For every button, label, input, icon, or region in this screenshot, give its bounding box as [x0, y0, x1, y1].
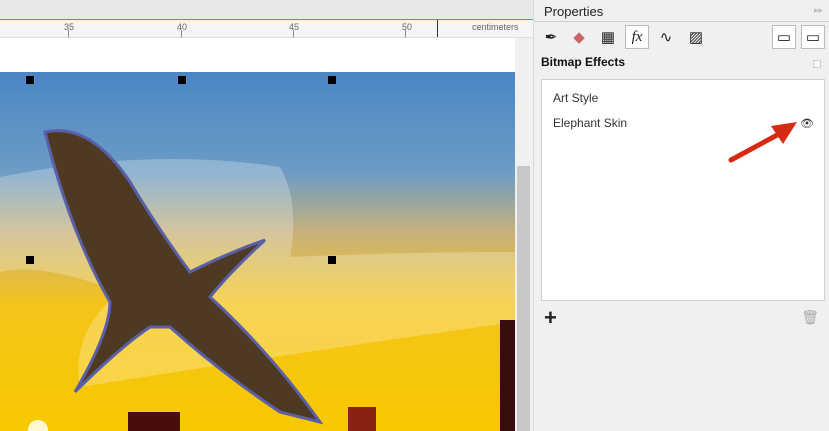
- red-arrow-annotation: [728, 122, 797, 163]
- checker-icon: ▦: [600, 29, 616, 46]
- vertical-scrollbar[interactable]: [515, 38, 532, 431]
- tab-curve[interactable]: ∿: [654, 25, 678, 49]
- section-title: Bitmap Effects: [541, 55, 626, 69]
- drawing-canvas[interactable]: [0, 38, 515, 431]
- section-checkbox[interactable]: [813, 60, 821, 68]
- tab-bitmap[interactable]: ▨: [684, 25, 708, 49]
- properties-panel: Properties ▸▸ ✒ ◆ ▦ fx ∿ ▨ ▭ ▭ Bitmap Ef…: [533, 0, 829, 431]
- tab-effects[interactable]: fx: [625, 25, 649, 49]
- panel-title: Properties: [544, 4, 604, 19]
- curve-icon: ∿: [659, 29, 673, 46]
- ruler-tick: [293, 30, 294, 37]
- horizontal-ruler[interactable]: 35 40 45 50 centimeters: [0, 20, 533, 38]
- frame-button[interactable]: ▭: [772, 25, 796, 49]
- ruler-tick: [181, 30, 182, 37]
- ruler-label: 35: [64, 22, 75, 32]
- image-icon: ▨: [688, 29, 704, 46]
- pen-icon: ✒: [544, 29, 558, 46]
- bitmap-image[interactable]: [0, 72, 515, 431]
- effect-item[interactable]: Art Style: [553, 91, 598, 105]
- effects-list: Art Style Elephant Skin 👁: [541, 79, 825, 301]
- fx-icon: fx: [631, 28, 643, 45]
- tab-transparency[interactable]: ▦: [596, 25, 620, 49]
- ruler-tick: [405, 30, 406, 37]
- frame-icon: ▭: [776, 29, 792, 46]
- frame-eye-icon: ▭: [805, 29, 821, 46]
- trash-icon[interactable]: 🗑: [801, 309, 819, 326]
- ruler-label: 40: [177, 22, 188, 32]
- tab-outline[interactable]: ✒: [539, 25, 563, 49]
- add-effect-button[interactable]: +: [544, 305, 557, 331]
- ruler-label: 45: [289, 22, 300, 32]
- ruler-tick: [68, 30, 69, 37]
- collapse-icon[interactable]: ▸▸: [814, 5, 823, 16]
- scrollbar-thumb[interactable]: [517, 166, 530, 431]
- ruler-marker: [437, 20, 438, 37]
- tab-fill[interactable]: ◆: [567, 25, 591, 49]
- toolbar-strip: [0, 0, 533, 20]
- fill-bucket-icon: ◆: [573, 29, 585, 46]
- ruler-unit: centimeters: [472, 22, 519, 32]
- preview-button[interactable]: ▭: [801, 25, 825, 49]
- effect-item[interactable]: Elephant Skin: [553, 116, 627, 130]
- ruler-label: 50: [402, 22, 413, 32]
- properties-tabs: ✒ ◆ ▦ fx ∿ ▨ ▭ ▭: [534, 21, 829, 50]
